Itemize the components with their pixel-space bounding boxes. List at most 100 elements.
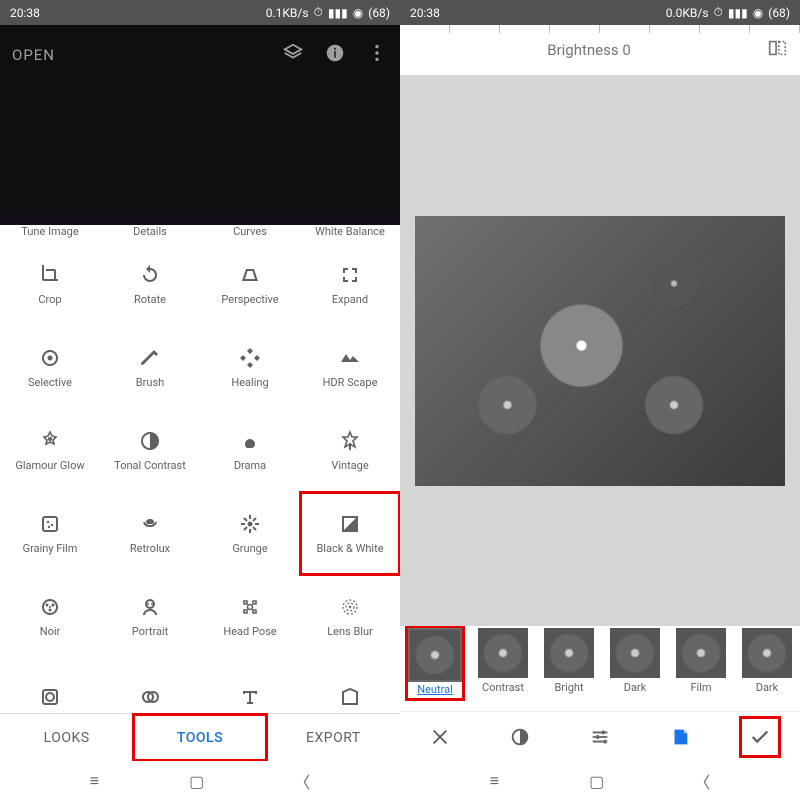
- compare-icon[interactable]: [766, 37, 788, 63]
- preset-label: Film: [690, 681, 711, 694]
- tool-selective[interactable]: Selective: [0, 326, 100, 409]
- tool-brush[interactable]: Brush: [100, 326, 200, 409]
- preset-contrast[interactable]: Contrast: [478, 628, 528, 694]
- tool-label: White Balance: [315, 225, 385, 238]
- preset-dark[interactable]: Dark: [742, 628, 792, 694]
- tool-label: Lens Blur: [327, 625, 373, 638]
- tool-label: Brush: [136, 376, 164, 389]
- tool-vignette[interactable]: [0, 658, 100, 713]
- tool-label: HDR Scape: [323, 376, 378, 389]
- back-button[interactable]: 〈: [694, 769, 710, 793]
- android-navbar: ≡ ▢ 〈: [0, 761, 400, 801]
- tool-expand[interactable]: Expand: [300, 243, 400, 326]
- contrast-button[interactable]: [500, 717, 540, 757]
- more-icon[interactable]: [366, 42, 388, 68]
- frame-icon: [338, 685, 362, 709]
- open-button[interactable]: OPEN: [12, 46, 55, 64]
- tool-crop[interactable]: Crop: [0, 243, 100, 326]
- info-icon[interactable]: [324, 42, 346, 68]
- wifi-icon: ◉: [753, 6, 763, 20]
- tool-grunge[interactable]: Grunge: [200, 492, 300, 575]
- preset-label: Contrast: [482, 681, 524, 694]
- tool-grainy-film[interactable]: Grainy Film: [0, 492, 100, 575]
- healing-icon: [238, 346, 262, 370]
- wifi-icon: ◉: [353, 6, 363, 20]
- preset-thumb: [610, 628, 660, 678]
- tool-healing[interactable]: Healing: [200, 326, 300, 409]
- preset-label: Dark: [756, 681, 779, 694]
- back-button[interactable]: 〈: [294, 769, 310, 793]
- tool-label: Healing: [231, 376, 268, 389]
- status-time: 20:38: [410, 6, 440, 20]
- layers-icon[interactable]: [282, 42, 304, 68]
- preset-film[interactable]: Film: [676, 628, 726, 694]
- perspective-icon: [238, 263, 262, 287]
- tool-text[interactable]: [200, 658, 300, 713]
- lensblur-icon: [338, 595, 362, 619]
- battery-icon: (68): [368, 6, 390, 20]
- tool-glamour-glow[interactable]: Glamour Glow: [0, 409, 100, 492]
- tune-button[interactable]: [580, 717, 620, 757]
- tool-label: Selective: [28, 376, 72, 389]
- cancel-button[interactable]: [420, 717, 460, 757]
- tool-drama[interactable]: Drama: [200, 409, 300, 492]
- tool-label: Expand: [332, 293, 368, 306]
- tool-label: Details: [133, 225, 167, 238]
- battery-icon: (68): [768, 6, 790, 20]
- grunge-icon: [238, 512, 262, 536]
- status-time: 20:38: [10, 6, 40, 20]
- tool-dexp[interactable]: [100, 658, 200, 713]
- brush-icon: [138, 346, 162, 370]
- tool-retrolux[interactable]: Retrolux: [100, 492, 200, 575]
- tool-details[interactable]: Details: [100, 225, 200, 243]
- tool-hdr-scape[interactable]: HDR Scape: [300, 326, 400, 409]
- photo-preview: [415, 216, 785, 486]
- tools-panel[interactable]: Tune Image Details Curves White Balance Crop…: [0, 225, 400, 713]
- text-icon: [238, 685, 262, 709]
- tool-black-white[interactable]: Black & White: [300, 492, 400, 575]
- apply-button[interactable]: [740, 717, 780, 757]
- tool-tune-image[interactable]: Tune Image: [0, 225, 100, 243]
- preset-neutral[interactable]: Neutral: [408, 628, 462, 698]
- tab-tools[interactable]: TOOLS: [133, 714, 266, 761]
- preset-thumb: [742, 628, 792, 678]
- tool-perspective[interactable]: Perspective: [200, 243, 300, 326]
- grainy-icon: [38, 512, 62, 536]
- tool-noir[interactable]: Noir: [0, 575, 100, 658]
- alarm-off-icon: ⏱: [314, 5, 323, 20]
- tool-lens-blur[interactable]: Lens Blur: [300, 575, 400, 658]
- adjustment-bar[interactable]: Brightness 0: [400, 25, 800, 75]
- noir-icon: [38, 595, 62, 619]
- preset-row[interactable]: Neutral Contrast Bright Dark Film Dark: [400, 626, 800, 711]
- status-bar: 20:38 0.0KB/s ⏱ ▮▮▮ ◉ (68): [400, 0, 800, 25]
- status-speed: 0.1KB/s: [266, 6, 309, 20]
- tool-vintage[interactable]: Vintage: [300, 409, 400, 492]
- tool-label: Tonal Contrast: [114, 459, 186, 472]
- status-speed: 0.0KB/s: [666, 6, 709, 20]
- preset-label: Neutral: [417, 683, 453, 696]
- app-topbar: OPEN: [0, 25, 400, 85]
- adjust-label: Brightness 0: [412, 41, 766, 59]
- tab-export[interactable]: EXPORT: [267, 714, 400, 761]
- home-button[interactable]: ▢: [589, 772, 604, 791]
- preset-thumb: [544, 628, 594, 678]
- action-row: [400, 711, 800, 761]
- recent-apps-button[interactable]: ≡: [90, 771, 99, 791]
- tab-looks[interactable]: LOOKS: [0, 714, 133, 761]
- tool-label: Crop: [38, 293, 61, 306]
- tool-curves[interactable]: Curves: [200, 225, 300, 243]
- tool-portrait[interactable]: Portrait: [100, 575, 200, 658]
- tool-tonal-contrast[interactable]: Tonal Contrast: [100, 409, 200, 492]
- color-filter-button[interactable]: [660, 717, 700, 757]
- preset-dark[interactable]: Dark: [610, 628, 660, 694]
- tool-rotate[interactable]: Rotate: [100, 243, 200, 326]
- tool-head-pose[interactable]: Head Pose: [200, 575, 300, 658]
- home-button[interactable]: ▢: [189, 772, 204, 791]
- preset-bright[interactable]: Bright: [544, 628, 594, 694]
- photo-canvas[interactable]: [400, 75, 800, 626]
- recent-apps-button[interactable]: ≡: [490, 771, 499, 791]
- tool-white-balance[interactable]: White Balance: [300, 225, 400, 243]
- tool-label: Rotate: [134, 293, 166, 306]
- tool-frame[interactable]: [300, 658, 400, 713]
- tool-label: Retrolux: [130, 542, 170, 555]
